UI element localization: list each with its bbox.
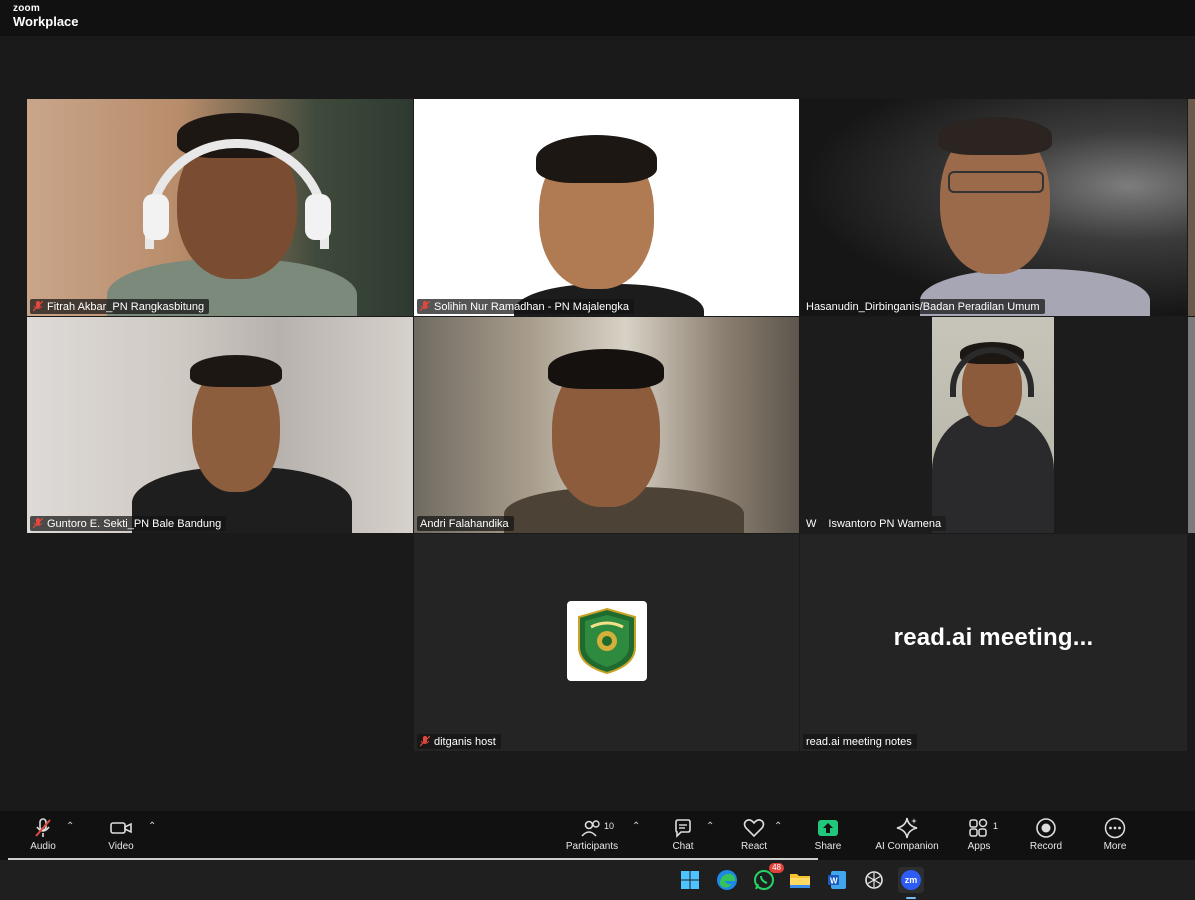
next-page-edge [1188,317,1195,533]
avatar-tile[interactable]: ditganis host [414,534,799,751]
zoom-workplace-logo: zoom Workplace [13,3,79,29]
court-emblem-icon [578,607,636,675]
participant-name-tag: Fitrah Akbar_PN Rangkasbitung [30,299,210,314]
windows-taskbar: 48 W zm [0,860,1195,900]
apps-button[interactable]: Apps [966,817,992,857]
record-button[interactable]: Record [1028,817,1064,857]
chatgpt-icon[interactable] [862,868,886,892]
video-options-chevron-icon[interactable]: ⌃ [148,821,156,832]
mic-muted-icon [33,301,43,312]
participant-name: read.ai meeting notes [806,735,912,748]
mic-muted-icon [33,518,43,529]
ai-companion-button[interactable]: AI Companion [874,817,940,857]
share-label: Share [814,841,842,852]
participant-name: Iswantoro PN Wamena [828,517,942,530]
participant-name: Hasanudin_Dirbinganis/Badan Peradilan Um… [806,300,1040,313]
react-label: React [740,841,768,852]
participant-display-name: read.ai meeting... [893,624,1094,651]
gallery-view: Fitrah Akbar_PN Rangkasbitung Solihin Nu… [0,36,1195,811]
video-tile-active-speaker[interactable]: Hasanudin_Dirbinganis/Badan Peradilan Um… [800,99,1187,316]
apps-icon [969,818,988,837]
participant-name: Solihin Nur Ramadhan - PN Majalengka [434,300,630,313]
video-tile[interactable]: Solihin Nur Ramadhan - PN Majalengka [414,99,799,316]
participant-name: ditganis host [434,735,496,748]
participant-name-tag: read.ai meeting notes [803,734,917,749]
participants-count: 10 [604,821,615,831]
video-tile[interactable]: Andri Falahandika [414,317,799,533]
active-app-indicator [906,897,916,899]
word-icon[interactable]: W [825,868,849,892]
chat-button[interactable]: Chat [670,817,696,857]
participant-name-tag: W Iswantoro PN Wamena [803,516,947,531]
video-camera-icon [110,822,132,834]
participant-name-tag: Andri Falahandika [417,516,514,531]
video-tile[interactable]: W Iswantoro PN Wamena [800,317,1187,533]
brand-bottom: Workplace [13,14,79,29]
participant-name: Andri Falahandika [420,517,509,530]
react-button[interactable]: React [740,817,768,857]
heart-icon [743,819,765,838]
share-screen-icon [818,820,838,836]
ai-companion-label: AI Companion [875,841,939,852]
zoom-app-icon[interactable]: zm [898,867,924,893]
more-dots-icon [1104,817,1126,839]
edge-browser-icon[interactable] [715,868,739,892]
participant-name-tag: ditganis host [417,734,501,749]
chat-bubble-icon [675,819,691,838]
apps-label: Apps [967,841,991,852]
chat-label: Chat [672,841,694,852]
brand-top: zoom [13,3,40,14]
whatsapp-unread-badge: 48 [769,863,784,873]
name-only-tile[interactable]: read.ai meeting... read.ai meeting notes [800,534,1187,751]
react-options-chevron-icon[interactable]: ⌃ [774,821,782,832]
video-tile[interactable]: Guntoro E. Sekti_PN Bale Bandung [27,317,413,533]
video-button[interactable]: Video [106,817,136,857]
audio-label: Audio [30,841,56,852]
participant-name-tag: Guntoro E. Sekti_PN Bale Bandung [30,516,227,531]
record-icon [1036,818,1056,838]
title-bar: zoom Workplace [0,0,1195,36]
apps-count: 1 [993,821,999,831]
participant-name: Guntoro E. Sekti_PN Bale Bandung [47,517,222,530]
mic-muted-icon [35,818,51,837]
mic-muted-icon [420,301,430,312]
chat-options-chevron-icon[interactable]: ⌃ [706,821,714,832]
participant-name-tag: Solihin Nur Ramadhan - PN Majalengka [417,299,635,314]
participants-options-chevron-icon[interactable]: ⌃ [632,821,640,832]
next-page-edge [1188,99,1195,316]
zoom-window: zoom Workplace Fitrah Akbar_PN Rangkasbi… [0,0,1195,900]
whatsapp-icon[interactable]: 48 [752,863,784,892]
ai-sparkle-icon [896,817,918,839]
video-tile[interactable]: Fitrah Akbar_PN Rangkasbitung [27,99,413,316]
participant-name: Fitrah Akbar_PN Rangkasbitung [47,300,205,313]
share-button[interactable]: Share [814,817,842,857]
audio-options-chevron-icon[interactable]: ⌃ [66,821,74,832]
portrait-video [932,317,1054,533]
participants-icon [581,820,600,837]
more-button[interactable]: More [1100,817,1130,857]
participant-name-tag: Hasanudin_Dirbinganis/Badan Peradilan Um… [803,299,1045,314]
file-explorer-icon[interactable] [788,868,812,892]
video-label: Video [108,841,134,852]
record-label: Record [1029,841,1063,852]
zoom-app-logo: zm [901,870,921,890]
mahkamah-agung-logo [567,601,647,681]
svg-text:W: W [830,877,838,886]
participants-label: Participants [565,841,619,852]
participant-initial: W [806,517,817,530]
mic-muted-icon [420,736,430,747]
windows-start-icon[interactable] [678,868,702,892]
more-label: More [1103,841,1127,852]
meeting-controls-toolbar: Audio ⌃ Video ⌃ Participants 10 ⌃ Chat ⌃ [0,811,1195,860]
audio-button[interactable]: Audio [28,817,58,857]
